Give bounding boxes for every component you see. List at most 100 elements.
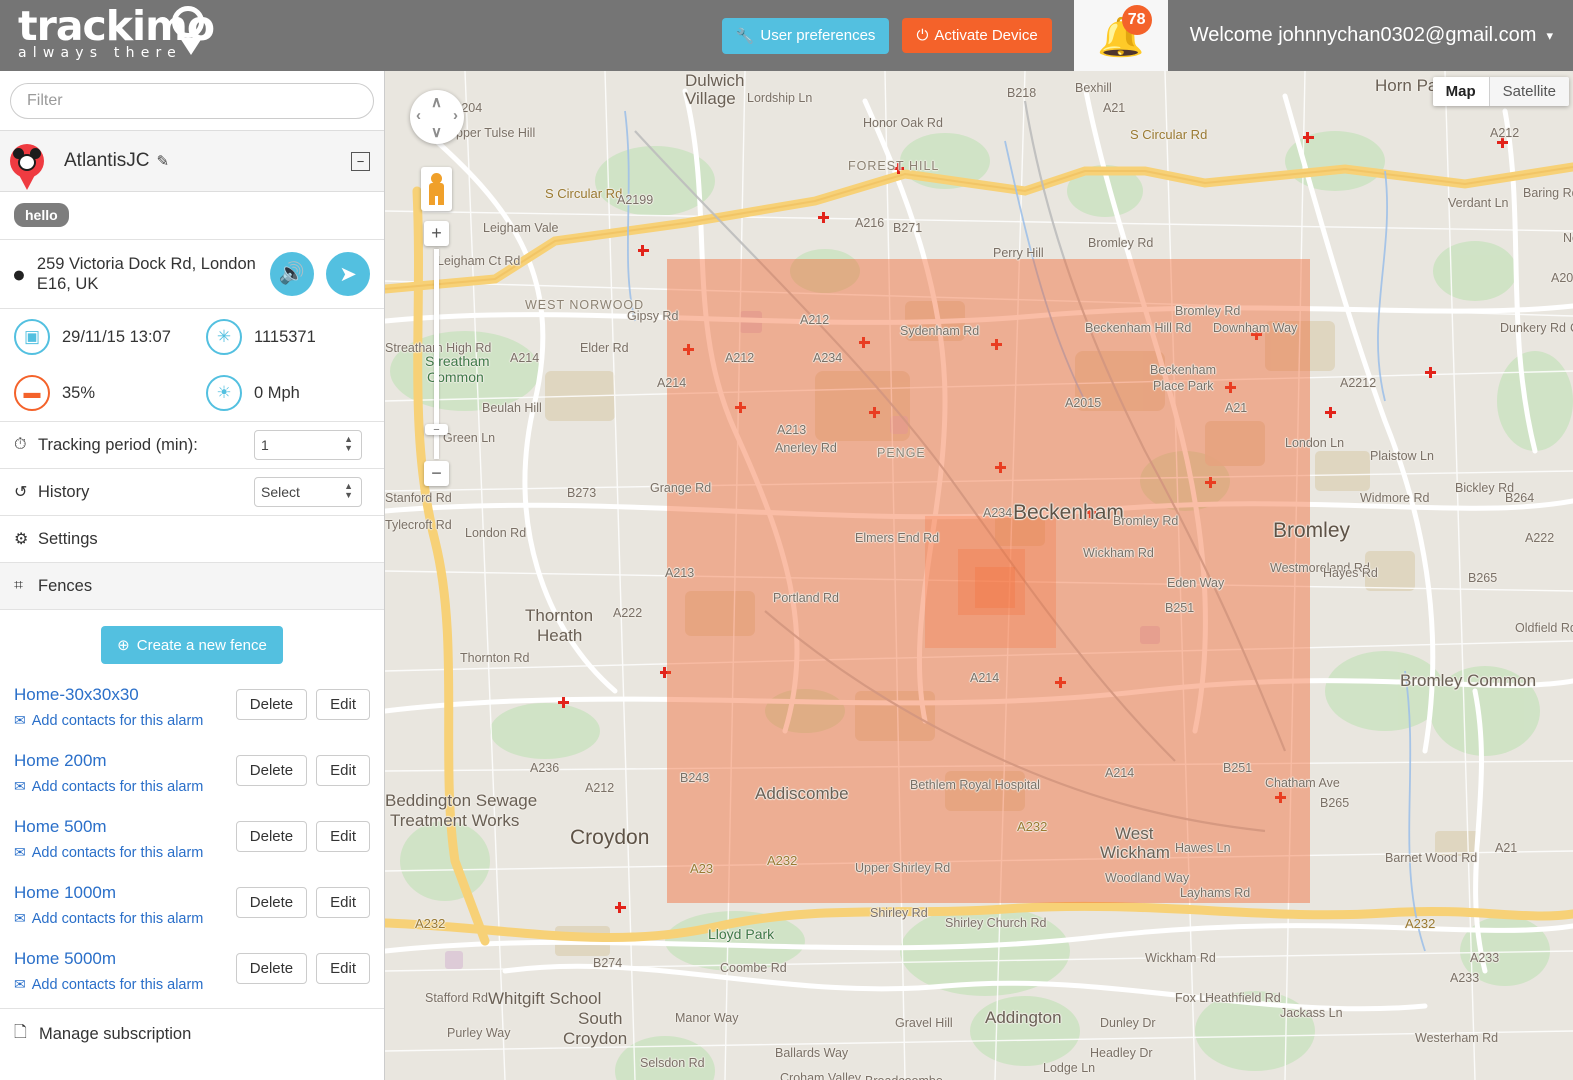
fence-actions: Delete Edit xyxy=(235,755,370,786)
street-view-pegman[interactable] xyxy=(421,167,452,211)
map-canvas[interactable]: Dulwich Village Horn Park S Circular Rd S Ci… xyxy=(385,71,1573,1080)
create-fence-button[interactable]: ⊕ Create a new fence xyxy=(101,626,283,664)
device-id-value: 1115371 xyxy=(254,327,316,346)
settings-label: Settings xyxy=(38,529,98,548)
delete-button[interactable]: Delete xyxy=(235,821,308,852)
add-contacts-label: Add contacts for this alarm xyxy=(31,778,204,795)
manage-subscription-row[interactable]: 🗋 Manage subscription xyxy=(0,1008,384,1060)
fence-actions: Delete Edit xyxy=(235,953,370,984)
activate-device-label: Activate Device xyxy=(934,27,1038,44)
brand-logo[interactable]: trackimo always there xyxy=(0,0,385,71)
zoom-out-button[interactable]: − xyxy=(424,461,449,486)
geofence-core-rect[interactable] xyxy=(975,567,1015,608)
create-fence-label: Create a new fence xyxy=(136,636,267,654)
stat-row: ▣ 29/11/15 13:07 ✳ 1115371 xyxy=(0,309,384,365)
battery-icon: ▬ xyxy=(14,375,50,411)
tracking-period-label: Tracking period (min): xyxy=(38,435,198,454)
zoom-slider-thumb[interactable]: − xyxy=(425,424,448,436)
edit-button[interactable]: Edit xyxy=(316,689,370,720)
fence-row: Home 1000m ✉ Add contacts for this alarm… xyxy=(0,876,384,942)
device-name: AtlantisJC xyxy=(64,150,150,171)
header-actions: 🔧 User preferences ⏻ Activate Device 🔔 7… xyxy=(385,0,1573,71)
pan-right-icon[interactable]: › xyxy=(453,107,458,124)
sidebar-item-fences[interactable]: ⌗ Fences xyxy=(0,563,384,610)
stat-last-update: ▣ 29/11/15 13:07 xyxy=(0,319,192,355)
stat-device-id: ✳ 1115371 xyxy=(192,319,384,355)
user-preferences-label: User preferences xyxy=(760,27,876,44)
sound-alarm-button[interactable]: 🔊 xyxy=(270,252,314,296)
crop-icon: ⌗ xyxy=(14,577,24,594)
edit-button[interactable]: Edit xyxy=(316,953,370,984)
speed-value: 0 Mph xyxy=(254,383,300,402)
fence-list: Home-30x30x30 ✉ Add contacts for this al… xyxy=(0,678,384,1008)
zoom-in-button[interactable]: + xyxy=(424,221,449,246)
edit-button[interactable]: Edit xyxy=(316,755,370,786)
history-select[interactable]: Select xyxy=(254,477,362,507)
history-label: History xyxy=(38,482,90,501)
fence-row: Home 500m ✉ Add contacts for this alarm … xyxy=(0,810,384,876)
app-root: trackimo always there 🔧 User preferences… xyxy=(0,0,1573,1080)
stat-speed: ☀ 0 Mph xyxy=(192,375,384,411)
stat-row: ▬ 35% ☀ 0 Mph xyxy=(0,365,384,421)
map-type-map-button[interactable]: Map xyxy=(1432,77,1489,106)
locate-device-button[interactable]: ➤ xyxy=(326,252,370,296)
fence-actions: Delete Edit xyxy=(235,821,370,852)
delete-button[interactable]: Delete xyxy=(235,755,308,786)
envelope-icon: ✉ xyxy=(14,844,26,860)
avatar-pin-icon xyxy=(10,144,44,190)
fence-row: Home-30x30x30 ✉ Add contacts for this al… xyxy=(0,678,384,744)
add-contacts-label: Add contacts for this alarm xyxy=(31,976,204,993)
wrench-icon: 🔧 xyxy=(735,27,755,45)
sidebar-item-settings[interactable]: ⚙ Settings xyxy=(0,516,384,563)
zoom-control: + − − xyxy=(424,221,449,486)
power-icon: ⏻ xyxy=(916,27,929,44)
delete-button[interactable]: Delete xyxy=(235,689,308,720)
user-preferences-button[interactable]: 🔧 User preferences xyxy=(721,17,890,54)
fence-actions: Delete Edit xyxy=(235,887,370,918)
manage-subscription-label: Manage subscription xyxy=(39,1025,192,1043)
fence-actions: Delete Edit xyxy=(235,689,370,720)
device-badge-row: hello xyxy=(0,192,384,240)
device-address: 259 Victoria Dock Rd, London E16, UK xyxy=(36,255,256,293)
delete-button[interactable]: Delete xyxy=(235,953,308,984)
location-pin-icon: ● xyxy=(12,260,26,287)
notification-badge: 78 xyxy=(1121,5,1152,35)
activate-device-button[interactable]: ⏻ Activate Device xyxy=(902,18,1052,53)
fence-row: Home 5000m ✉ Add contacts for this alarm… xyxy=(0,942,384,1008)
sidebar: AtlantisJC ✎ − hello ● 259 Victoria Dock… xyxy=(0,71,385,1080)
filter-row xyxy=(0,71,384,130)
search-input[interactable] xyxy=(10,83,374,119)
tracking-period-row: ⏱ Tracking period (min): 1 ▲ ▼ xyxy=(0,422,384,469)
collapse-icon[interactable]: − xyxy=(351,152,370,171)
device-stats: ▣ 29/11/15 13:07 ✳ 1115371 ▬ 35% ☀ 0 Mph xyxy=(0,309,384,422)
edit-icon[interactable]: ✎ xyxy=(157,152,170,170)
tracking-period-stepper[interactable]: 1 xyxy=(254,430,362,460)
edit-button[interactable]: Edit xyxy=(316,821,370,852)
create-fence-row: ⊕ Create a new fence xyxy=(0,610,384,678)
add-contacts-label: Add contacts for this alarm xyxy=(31,712,204,729)
device-header[interactable]: AtlantisJC ✎ − xyxy=(0,130,384,192)
add-contacts-label: Add contacts for this alarm xyxy=(31,910,204,927)
plus-circle-icon: ⊕ xyxy=(117,637,130,654)
fence-row: Home 200m ✉ Add contacts for this alarm … xyxy=(0,744,384,810)
stat-battery: ▬ 35% xyxy=(0,375,192,411)
user-menu[interactable]: Welcome johnnychan0302@gmail.com ▾ xyxy=(1168,24,1573,47)
notifications-button[interactable]: 🔔 78 xyxy=(1073,0,1168,71)
map-pin-icon xyxy=(172,6,204,55)
delete-button[interactable]: Delete xyxy=(235,887,308,918)
app-header: trackimo always there 🔧 User preferences… xyxy=(0,0,1573,71)
satellite-icon: ✳ xyxy=(206,319,242,355)
speedometer-icon: ☀ xyxy=(206,375,242,411)
welcome-label: Welcome johnnychan0302@gmail.com xyxy=(1189,24,1537,46)
battery-value: 35% xyxy=(62,383,96,402)
pan-up-icon[interactable]: ∧ xyxy=(431,93,442,111)
clock-icon: ⏱ xyxy=(14,436,27,453)
edit-button[interactable]: Edit xyxy=(316,887,370,918)
envelope-icon: ✉ xyxy=(14,910,26,926)
history-icon: ↺ xyxy=(14,484,28,501)
map-type-satellite-button[interactable]: Satellite xyxy=(1489,77,1569,106)
pan-left-icon[interactable]: ‹ xyxy=(416,107,421,124)
pan-control[interactable]: ∧ ∨ ‹ › xyxy=(410,90,464,144)
pan-down-icon[interactable]: ∨ xyxy=(431,123,442,141)
chevron-down-icon: ▾ xyxy=(1546,27,1553,43)
